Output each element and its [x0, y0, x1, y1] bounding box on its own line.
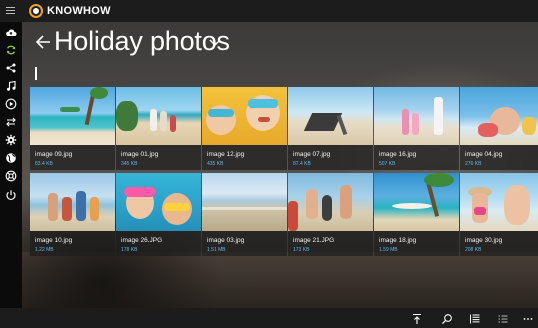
photo-thumbnail: [30, 173, 115, 231]
photo-caption: image 07.jpg 87.4 KB: [288, 145, 373, 170]
text-cursor: [35, 67, 37, 80]
search-icon[interactable]: [441, 312, 453, 324]
photo-name: image 10.jpg: [35, 237, 73, 244]
photo-thumbnail: [30, 87, 115, 145]
photo-size: 345 KB: [121, 161, 138, 167]
details-view-icon[interactable]: [469, 312, 481, 324]
photo-caption: image 18.jpg 1.59 MB: [374, 231, 459, 256]
photo-thumbnail: [116, 87, 201, 145]
title-bar: KNOWHOW: [0, 0, 538, 22]
photo-tile[interactable]: image 26.JPG 178 KB: [116, 173, 201, 256]
photo-tile[interactable]: image 10.jpg 1.22 MB: [30, 173, 115, 256]
brand-name: KNOWHOW: [47, 5, 111, 17]
chevron-down-icon[interactable]: [208, 35, 222, 49]
photo-size: 435 KB: [207, 161, 224, 167]
photo-name: image 07.jpg: [293, 151, 331, 158]
photo-thumbnail: [288, 87, 373, 145]
photo-size: 178 KB: [121, 247, 138, 253]
photo-name: image 16.jpg: [379, 151, 417, 158]
photo-name: image 09.jpg: [35, 151, 73, 158]
power-icon[interactable]: [4, 188, 18, 202]
transfer-icon[interactable]: [4, 115, 18, 129]
photo-caption: image 30.jpg 208 KB: [460, 231, 538, 256]
photo-caption: image 21.JPG 173 KB: [288, 231, 373, 256]
cloud-icon[interactable]: [4, 26, 18, 40]
photo-caption: image 03.jpg 1.51 MB: [202, 231, 287, 256]
photo-thumbnail: [202, 87, 287, 145]
photo-size: 1.59 MB: [379, 247, 398, 253]
photo-caption: image 10.jpg 1.22 MB: [30, 231, 115, 256]
photo-tile[interactable]: image 07.jpg 87.4 KB: [288, 87, 373, 170]
hamburger-menu-icon[interactable]: [6, 7, 15, 15]
photo-thumbnail: [374, 173, 459, 231]
gear-icon[interactable]: [4, 133, 18, 147]
globe-icon[interactable]: [4, 151, 18, 165]
photo-tile[interactable]: image 21.JPG 173 KB: [288, 173, 373, 256]
music-icon[interactable]: [4, 79, 18, 93]
photo-name: image 01.jpg: [121, 151, 159, 158]
photo-caption: image 01.jpg 345 KB: [116, 145, 201, 170]
list-view-icon[interactable]: [497, 312, 509, 324]
main-content: Holiday photos image 09.jpg 83.4 KB imag…: [22, 22, 538, 308]
share-icon[interactable]: [4, 61, 18, 75]
photo-tile[interactable]: image 03.jpg 1.51 MB: [202, 173, 287, 256]
photo-size: 1.51 MB: [207, 247, 226, 253]
upload-icon[interactable]: [411, 312, 423, 324]
photo-name: image 30.jpg: [465, 237, 503, 244]
photo-size: 507 KB: [379, 161, 396, 167]
photo-thumbnail: [202, 173, 287, 231]
photo-thumbnail: [460, 87, 538, 145]
photo-size: 173 KB: [293, 247, 310, 253]
photo-thumbnail: [288, 173, 373, 231]
photo-tile[interactable]: image 01.jpg 345 KB: [116, 87, 201, 170]
photo-tile[interactable]: image 12.jpg 435 KB: [202, 87, 287, 170]
photo-name: image 21.JPG: [293, 237, 335, 244]
sync-icon[interactable]: [4, 43, 18, 57]
photo-tile[interactable]: image 04.jpg 276 KB: [460, 87, 538, 170]
photo-size: 87.4 KB: [293, 161, 311, 167]
sidebar: [0, 22, 22, 308]
photo-size: 208 KB: [465, 247, 482, 253]
photo-tile[interactable]: image 18.jpg 1.59 MB: [374, 173, 459, 256]
knowhow-logo-icon: [29, 4, 43, 18]
photo-size: 276 KB: [465, 161, 482, 167]
photo-tile[interactable]: image 16.jpg 507 KB: [374, 87, 459, 170]
support-icon[interactable]: [4, 169, 18, 183]
photo-name: image 12.jpg: [207, 151, 245, 158]
photo-caption: image 12.jpg 435 KB: [202, 145, 287, 170]
photo-caption: image 04.jpg 276 KB: [460, 145, 538, 170]
back-arrow-icon[interactable]: [34, 30, 54, 54]
photo-size: 1.22 MB: [35, 247, 54, 253]
photo-name: image 18.jpg: [379, 237, 417, 244]
photo-thumbnail: [460, 173, 538, 231]
more-icon[interactable]: [522, 312, 534, 324]
photo-tile[interactable]: image 30.jpg 208 KB: [460, 173, 538, 256]
photo-caption: image 26.JPG 178 KB: [116, 231, 201, 256]
photo-name: image 04.jpg: [465, 151, 503, 158]
page-title[interactable]: Holiday photos: [54, 26, 230, 57]
photo-thumbnail: [116, 173, 201, 231]
photo-caption: image 09.jpg 83.4 KB: [30, 145, 115, 170]
photo-name: image 03.jpg: [207, 237, 245, 244]
photo-tile[interactable]: image 09.jpg 83.4 KB: [30, 87, 115, 170]
photo-thumbnail: [374, 87, 459, 145]
photo-caption: image 16.jpg 507 KB: [374, 145, 459, 170]
photo-name: image 26.JPG: [121, 237, 163, 244]
play-icon[interactable]: [4, 97, 18, 111]
photo-size: 83.4 KB: [35, 161, 53, 167]
bottom-app-bar: [0, 308, 538, 328]
